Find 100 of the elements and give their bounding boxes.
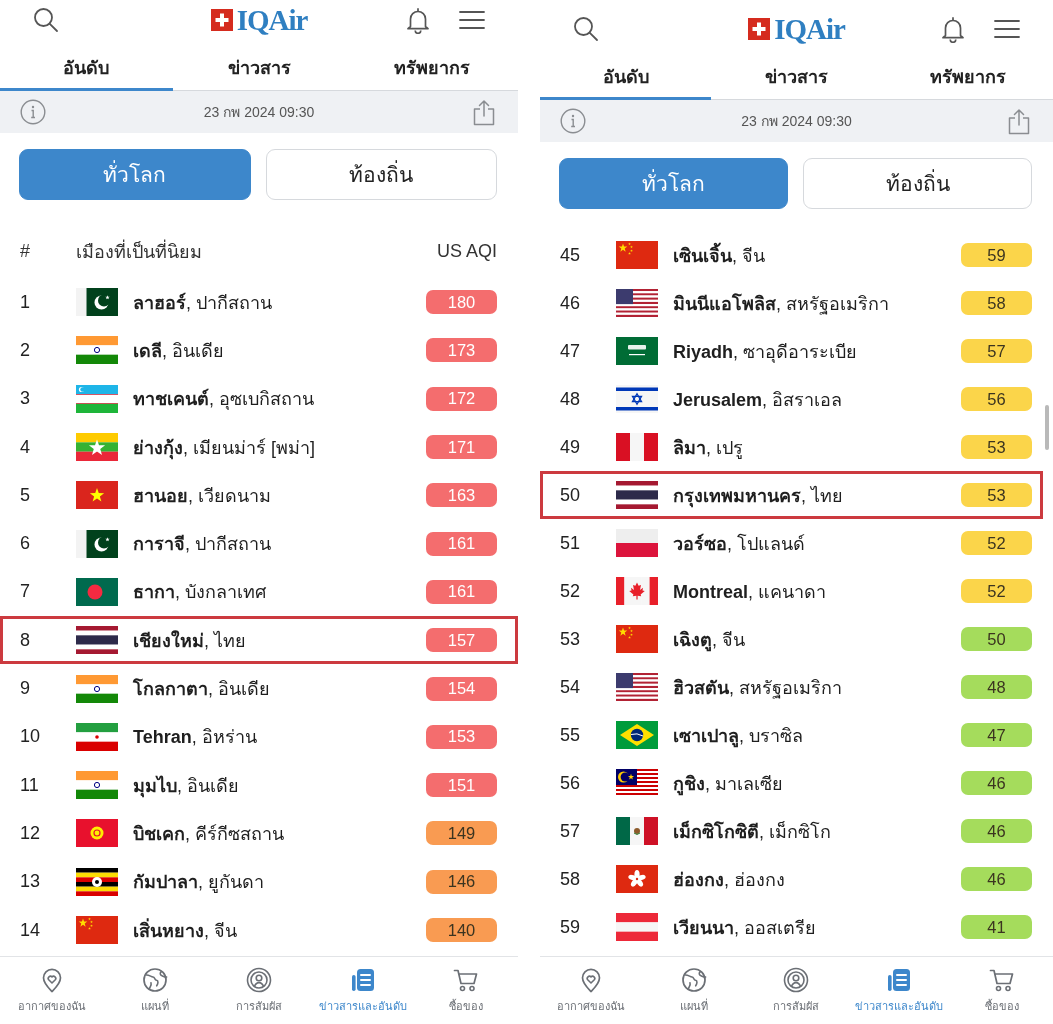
document-icon bbox=[886, 967, 913, 993]
update-time: 23 กพ 2024 09:30 bbox=[203, 103, 315, 122]
nav-tab[interactable]: อากาศของฉัน bbox=[540, 957, 643, 1024]
rank-number: 52 bbox=[560, 580, 582, 602]
city-name[interactable]: เวียนนา, ออสเตรีย bbox=[673, 912, 961, 942]
nav-tab[interactable]: ซื้อของ bbox=[414, 957, 518, 1024]
rank-number: 58 bbox=[560, 868, 582, 890]
city-name[interactable]: เสิ่นหยาง, จีน bbox=[133, 915, 426, 945]
rank-column-header: # bbox=[20, 241, 30, 261]
nav-tab[interactable]: การสัมผัส bbox=[745, 957, 848, 1024]
cart-icon bbox=[453, 967, 480, 993]
city-name[interactable]: การาจี, ปากีสถาน bbox=[133, 529, 426, 559]
bell-icon[interactable] bbox=[940, 15, 966, 43]
info-icon[interactable] bbox=[560, 108, 586, 134]
rank-number: 3 bbox=[20, 388, 31, 410]
city-name[interactable]: ฮานอย, เวียดนาม bbox=[133, 480, 426, 510]
city-name[interactable]: วอร์ซอ, โปแลนด์ bbox=[673, 528, 961, 558]
city-name[interactable]: Riyadh, ซาอุดีอาระเบีย bbox=[673, 336, 961, 366]
city-name[interactable]: ฮ่องกง, ฮ่องกง bbox=[673, 864, 961, 894]
nav-tab[interactable]: ข่าวสารและอันดับ bbox=[847, 957, 951, 1024]
search-icon[interactable] bbox=[33, 7, 59, 33]
city-name[interactable]: เซาเปาลู, บราซิล bbox=[673, 720, 961, 750]
rank-number: 10 bbox=[20, 726, 42, 748]
aqi-badge: 157 bbox=[426, 628, 497, 653]
rank-number: 53 bbox=[560, 628, 582, 650]
aqi-badge: 163 bbox=[426, 483, 497, 508]
city-name[interactable]: มินนีแอโพลิส, สหรัฐอเมริกา bbox=[673, 288, 961, 318]
city-name[interactable]: บิชเคก, คีร์กีซสถาน bbox=[133, 818, 426, 848]
scope-toggle-button[interactable]: ทั่วโลก bbox=[559, 158, 788, 209]
nav-tab[interactable]: ซื้อของ bbox=[950, 957, 1053, 1024]
city-name[interactable]: ทาชเคนต์, อุซเบกิสถาน bbox=[133, 384, 426, 414]
update-time: 23 กพ 2024 09:30 bbox=[741, 112, 852, 131]
city-name[interactable]: ย่างกุ้ง, เมียนม่าร์ [พม่า] bbox=[133, 432, 426, 462]
menu-icon[interactable] bbox=[994, 19, 1020, 39]
rank-number: 2 bbox=[20, 339, 31, 361]
document-icon bbox=[349, 967, 376, 993]
aqi-badge: 146 bbox=[426, 869, 497, 894]
rank-number: 14 bbox=[20, 919, 42, 941]
nav-tab[interactable]: ข่าวสารและอันดับ bbox=[310, 957, 415, 1024]
share-icon[interactable] bbox=[1007, 107, 1031, 135]
person-circles-icon bbox=[783, 967, 810, 993]
aqi-badge: 50 bbox=[961, 627, 1032, 651]
nav-tab[interactable]: แผนที่ bbox=[103, 957, 208, 1024]
aqi-badge: 53 bbox=[961, 483, 1032, 507]
nav-tab[interactable]: การสัมผัส bbox=[207, 957, 311, 1024]
city-name[interactable]: เฉิงตู, จีน bbox=[673, 624, 961, 654]
city-name[interactable]: เชียงใหม่, ไทย bbox=[133, 625, 426, 655]
city-name[interactable]: โกลกาตา, อินเดีย bbox=[133, 674, 426, 703]
aqi-badge: 140 bbox=[426, 918, 497, 942]
city-name[interactable]: เซินเจิ้น, จีน bbox=[673, 240, 961, 270]
rank-number: 50 bbox=[560, 484, 582, 506]
scope-toggle-button[interactable]: ท้องถิ่น bbox=[265, 149, 497, 200]
city-name[interactable]: Tehran, อิหร่าน bbox=[133, 722, 426, 752]
aqi-badge: 149 bbox=[426, 821, 497, 846]
tab[interactable]: ข่าวสาร bbox=[172, 40, 346, 91]
city-name[interactable]: Montreal, แคนาดา bbox=[673, 576, 961, 606]
tab[interactable]: ทรัพยากร bbox=[882, 49, 1053, 100]
rank-number: 59 bbox=[560, 916, 582, 938]
search-icon[interactable] bbox=[573, 16, 599, 42]
city-name[interactable]: มุมไบ, อินเดีย bbox=[133, 770, 426, 800]
aqi-badge: 153 bbox=[426, 724, 497, 749]
rank-number: 48 bbox=[560, 388, 582, 410]
city-name[interactable]: Jerusalem, อิสราเอล bbox=[673, 384, 961, 414]
nav-tab[interactable]: แผนที่ bbox=[642, 957, 746, 1024]
scope-toggle-button[interactable]: ท้องถิ่น bbox=[803, 158, 1032, 209]
city-name[interactable]: ธากา, บังกลาเทศ bbox=[133, 577, 426, 607]
logo-text: IQAir bbox=[236, 5, 308, 35]
aqi-badge: 58 bbox=[961, 291, 1032, 315]
aqi-badge: 59 bbox=[961, 243, 1032, 267]
aqi-badge: 46 bbox=[961, 867, 1032, 891]
globe-icon bbox=[680, 967, 707, 993]
tab[interactable]: ข่าวสาร bbox=[711, 49, 882, 100]
globe-icon bbox=[142, 967, 169, 993]
city-name[interactable]: ลิมา, เปรู bbox=[673, 432, 961, 462]
city-name[interactable]: กรุงเทพมหานคร, ไทย bbox=[673, 480, 961, 510]
menu-icon[interactable] bbox=[459, 10, 485, 30]
rank-number: 8 bbox=[20, 629, 31, 651]
bell-icon[interactable] bbox=[405, 6, 431, 34]
info-icon[interactable] bbox=[20, 99, 46, 125]
cross-square-icon bbox=[210, 9, 233, 31]
aqi-badge: 52 bbox=[961, 579, 1032, 603]
scope-toggle-button[interactable]: ทั่วโลก bbox=[19, 149, 251, 200]
city-name[interactable]: เม็กซิโกซิตี, เม็กซิโก bbox=[673, 816, 961, 846]
city-name[interactable]: เดลี, อินเดีย bbox=[133, 335, 426, 365]
city-name[interactable]: กัมปาลา, ยูกันดา bbox=[133, 867, 426, 897]
aqi-badge: 56 bbox=[961, 387, 1032, 411]
share-icon[interactable] bbox=[472, 98, 496, 126]
city-name[interactable]: ลาฮอร์, ปากีสถาน bbox=[133, 287, 426, 317]
aqi-badge: 161 bbox=[426, 579, 497, 604]
nav-tab[interactable]: อากาศของฉัน bbox=[0, 957, 104, 1024]
scrollbar-thumb[interactable] bbox=[1045, 405, 1049, 450]
aqi-badge: 47 bbox=[961, 723, 1032, 747]
rank-number: 45 bbox=[560, 244, 582, 266]
rank-number: 54 bbox=[560, 676, 582, 698]
rank-number: 56 bbox=[560, 772, 582, 794]
city-name[interactable]: ฮิวสตัน, สหรัฐอเมริกา bbox=[673, 672, 961, 702]
tab[interactable]: ทรัพยากร bbox=[345, 40, 518, 91]
aqi-badge: 41 bbox=[961, 915, 1032, 939]
rank-number: 9 bbox=[20, 678, 31, 699]
city-name[interactable]: กูชิง, มาเลเซีย bbox=[673, 768, 961, 798]
